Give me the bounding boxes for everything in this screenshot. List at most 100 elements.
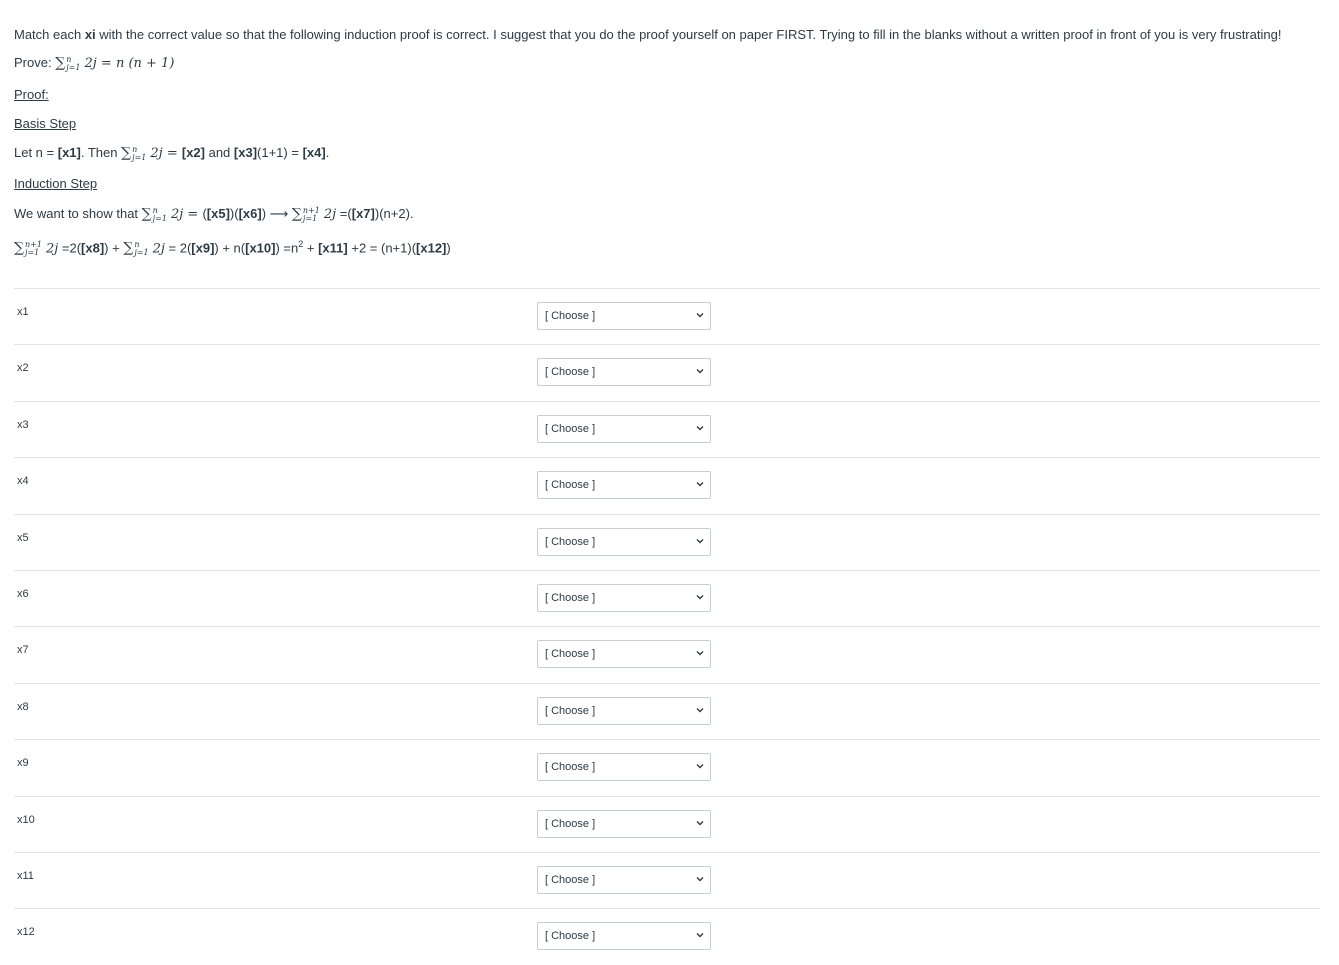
sum-lower-limit: j=1 [302,213,318,223]
match-row: x1 [ Choose ] [14,288,1320,344]
sigma-symbol: ∑ [141,206,152,222]
match-row-label: x4 [17,475,29,488]
match-row: x4 [ Choose ] [14,457,1320,513]
prove-label: Prove: [14,55,56,70]
chevron-down-icon [696,761,704,771]
answer-select-value: [ Choose ] [545,591,596,604]
match-row: x3 [ Choose ] [14,400,1320,457]
answer-select[interactable]: [ Choose ] [537,583,711,612]
sigma-symbol: ∑ [123,240,134,257]
answer-select-value: [ Choose ] [545,817,596,830]
induction-text: ) + [104,240,124,256]
instructions-text-rest: with the correct value so that the follo… [95,27,1282,42]
blank-x4: [x4] [302,145,326,160]
blank-x12: [x12] [416,240,447,256]
sum-term: 2j [152,241,165,257]
prove-statement: Prove: ∑ n j=1 2j = n (n + 1) [14,55,174,72]
sigma-symbol: ∑ [121,145,132,161]
match-row-label: x3 [17,418,29,431]
match-row-label: x12 [17,926,35,939]
answer-select[interactable]: [ Choose ] [537,865,711,894]
induction-text: + [303,240,319,256]
match-row: x2 [ Choose ] [14,344,1320,400]
sum-term: 2j [170,207,184,222]
sum-lower-limit: j=1 [132,152,147,162]
sum-term: 2j [323,207,337,222]
answer-select-value: [ Choose ] [545,366,596,379]
blank-x11: [x11] [318,240,348,256]
answer-select-value: [ Choose ] [545,310,596,322]
match-row: x11 [ Choose ] [14,851,1320,908]
answer-select-value: [ Choose ] [545,648,596,661]
blank-x5: [x5] [206,206,230,221]
match-row: x9 [ Choose ] [14,739,1320,795]
answer-select[interactable]: [ Choose ] [537,358,711,387]
paren: )( [229,206,239,221]
sum-lower-limit: j=1 [25,247,40,257]
basis-step-heading: Basis Step [14,116,77,131]
answer-select[interactable]: [ Choose ] [537,753,711,782]
answer-select-value: [ Choose ] [545,873,596,886]
equals-sign: = [183,207,203,222]
induction-text: =2( [58,240,82,256]
match-row: x8 [ Choose ] [14,682,1320,739]
answer-select[interactable]: [ Choose ] [537,527,711,556]
match-row: x12 [ Choose ] [14,908,1320,964]
chevron-down-icon [696,479,704,489]
blank-x2: [x2] [181,145,205,160]
answer-select[interactable]: [ Choose ] [537,302,711,330]
blank-x1: [x1] [57,145,81,160]
match-row: x6 [ Choose ] [14,569,1320,626]
blank-x3: [x3] [233,145,258,160]
quiz-question: Match each xi with the correct value so … [0,0,1339,951]
match-row-label: x11 [17,869,34,882]
instructions: Match each xi with the correct value so … [14,27,1281,42]
answer-select-value: [ Choose ] [545,535,596,548]
match-row-label: x6 [17,587,29,600]
sigma-symbol: ∑ [291,206,302,222]
answer-select[interactable]: [ Choose ] [537,922,711,951]
answer-select[interactable]: [ Choose ] [537,414,711,443]
answer-select-value: [ Choose ] [545,704,596,717]
basis-step-text: Let n = [x1]. Then ∑ n j=1 2j = [x2] and [x… [14,145,329,162]
answer-select[interactable]: [ Choose ] [537,471,711,500]
match-row-label: x5 [17,531,29,544]
match-row: x7 [ Choose ] [14,626,1320,682]
match-row-label: x7 [17,644,29,657]
match-row-label: x8 [17,700,29,713]
implies-arrow: ⟶ [266,206,292,221]
answer-matching-list: x1 [ Choose ] x2 [ Choose ] x3 [ Choose ] x4 [ … [14,288,1320,965]
induction-text: ) =n [275,240,299,256]
chevron-down-icon [696,705,704,715]
induction-step-heading: Induction Step [14,176,98,191]
answer-select[interactable]: [ Choose ] [537,696,711,725]
induction-text: +2 = (n+1)( [347,240,417,256]
basis-text: . [325,145,330,160]
induction-text: )(n+2). [374,206,414,221]
answer-select[interactable]: [ Choose ] [537,809,711,838]
match-row: x5 [ Choose ] [14,513,1320,570]
induction-text: ) + n( [214,240,246,256]
basis-text: and [204,145,234,160]
blank-x9: [x9] [191,240,215,256]
chevron-down-icon [696,423,704,433]
sigma-symbol: ∑ [55,55,66,71]
chevron-down-icon [696,310,704,320]
basis-text: Let n = [14,145,58,160]
answer-select[interactable]: [ Choose ] [537,640,711,669]
answer-select-value: [ Choose ] [545,422,596,435]
chevron-down-icon [696,874,704,884]
basis-text: (1+1) = [257,145,303,160]
induction-text: We want to show that [14,206,142,221]
chevron-down-icon [696,536,704,546]
chevron-down-icon [696,648,704,658]
answer-select-value: [ Choose ] [545,479,596,492]
induction-derivation: ∑ n+1 j=1 2j =2([x8]) + ∑ n j=1 2j = 2([x9]) +… [14,239,451,257]
sum-lower-limit: j=1 [152,213,167,223]
blank-x6: [x6] [238,206,262,221]
blank-x7: [x7] [351,206,375,221]
proof-heading: Proof: [14,87,49,102]
instructions-bold: xi [84,27,96,42]
chevron-down-icon [696,366,704,376]
chevron-down-icon [696,930,704,940]
